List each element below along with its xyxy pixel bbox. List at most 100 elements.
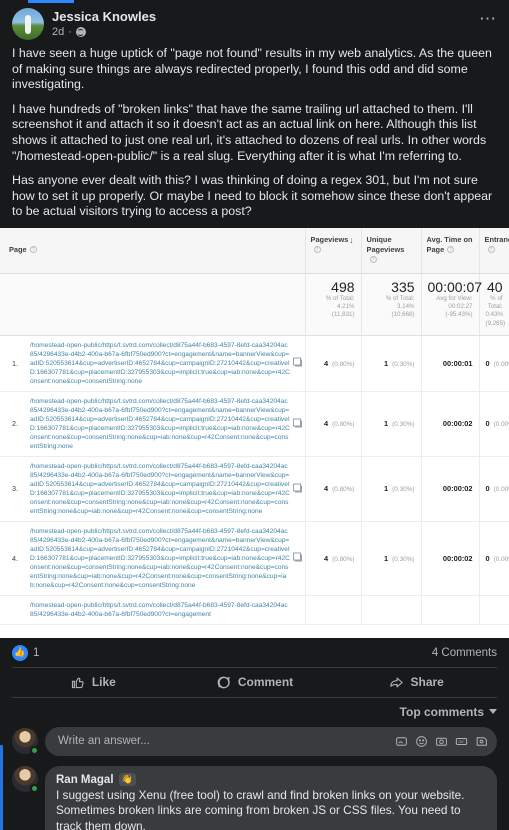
table-row[interactable]: 3. /homestead-open-public/https/t.svtrd.… (0, 456, 509, 522)
reaction-row: 👍 1 4 Comments (12, 638, 497, 667)
online-status-dot (30, 783, 39, 793)
row-unique-pageviews: 1 (0.30%) (361, 456, 422, 522)
row-entrances: 0(0.00%) (479, 521, 509, 596)
comment-author-row: Ran Magal 👋 (56, 773, 486, 787)
summary-blank-cell (0, 273, 306, 336)
row-pageviews: 4 (0.80%) (305, 456, 362, 522)
row-entrances: 0(0.00%) (479, 335, 509, 392)
table-row[interactable]: 4. /homestead-open-public/https/t.svtrd.… (0, 521, 509, 596)
composer-icon-group: GIF (395, 735, 488, 748)
avatar-sticker-icon[interactable] (475, 735, 488, 748)
action-button-row: Like Comment Share (12, 666, 497, 698)
comment-composer: Write an answer... GIF (12, 725, 497, 764)
post-header: Jessica Knowles 2d · ⋯ (0, 0, 509, 44)
comment-input-box[interactable]: Write an answer... GIF (45, 726, 497, 756)
analytics-screenshot-attachment[interactable]: Page? ↓ Pageviews ? Unique Pageviews ? A… (0, 227, 509, 638)
external-link-icon[interactable] (292, 357, 302, 367)
page-url-text[interactable]: /homestead-open-public/https/t.svtrd.com… (30, 462, 291, 516)
comment-button-label: Comment (237, 675, 294, 690)
help-icon[interactable]: ? (313, 246, 321, 254)
comment-author-name[interactable]: Ran Magal (56, 773, 114, 787)
page-url-text[interactable]: /homestead-open-public/https/t.svtrd.com… (30, 601, 291, 619)
like-button-label: Like (91, 675, 116, 690)
comment-bubble-icon (216, 675, 231, 690)
sort-descending-icon[interactable]: ↓ (349, 235, 354, 245)
sticker-icon[interactable] (395, 735, 408, 748)
post-author-name[interactable]: Jessica Knowles (52, 9, 479, 24)
row-index (0, 595, 22, 625)
emoji-icon[interactable] (415, 735, 428, 748)
row-page-url[interactable]: /homestead-open-public/https/t.svtrd.com… (22, 595, 306, 625)
post-paragraph-2: I have hundreds of "broken links" that h… (12, 101, 487, 163)
column-header-page[interactable]: Page? (0, 227, 306, 274)
row-avg-time: 00:00:01 (421, 335, 480, 392)
row-entrances: 0(0.00%) (479, 391, 509, 457)
page-url-text[interactable]: /homestead-open-public/https/t.svtrd.com… (30, 527, 291, 590)
reaction-summary[interactable]: 👍 1 (12, 644, 39, 661)
page-url-text[interactable]: /homestead-open-public/https/t.svtrd.com… (30, 397, 291, 451)
row-avg-time: 00:00:02 (421, 521, 480, 596)
wave-badge-icon: 👋 (118, 773, 136, 787)
comment-input-placeholder[interactable]: Write an answer... (58, 735, 395, 747)
comment-button[interactable]: Comment (174, 668, 336, 697)
svg-text:GIF: GIF (458, 740, 465, 744)
post-container: Jessica Knowles 2d · ⋯ I have seen a hug… (0, 0, 509, 830)
row-index: 1. (0, 335, 22, 392)
row-unique-pageviews: 1 (0.30%) (361, 521, 422, 596)
like-button[interactable]: Like (12, 668, 174, 697)
chevron-down-icon (489, 709, 497, 715)
share-button-label: Share (410, 675, 444, 690)
gif-icon[interactable]: GIF (455, 735, 468, 748)
row-page-url[interactable]: /homestead-open-public/https/t.svtrd.com… (22, 335, 306, 392)
summary-pageviews: 498 % of Total: 4.21% (11,831) (305, 273, 362, 336)
table-row[interactable]: 1. /homestead-open-public/https/t.svtrd.… (0, 335, 509, 392)
post-timestamp[interactable]: 2d (52, 25, 64, 39)
help-icon[interactable]: ? (487, 246, 495, 254)
external-link-icon[interactable] (292, 418, 302, 428)
comments-count-button[interactable]: 4 Comments (432, 647, 497, 659)
external-link-icon[interactable] (292, 552, 302, 562)
row-entrances: 0(0.00%) (479, 456, 509, 522)
column-header-avg-time-on-page[interactable]: Avg. Time on Page? (421, 227, 480, 274)
row-avg-time: 00:00:02 (421, 391, 480, 457)
analytics-table-header-row: Page? ↓ Pageviews ? Unique Pageviews ? A… (0, 227, 509, 274)
row-pageviews: 4 (0.80%) (305, 521, 362, 596)
help-icon[interactable]: ? (369, 256, 377, 264)
row-entrances (479, 595, 509, 625)
help-icon[interactable]: ? (447, 246, 455, 254)
summary-avg-time: 00:00:07 Avg for View: 00:02:27 (-95.43%… (421, 273, 482, 336)
comment-item: Ran Magal 👋 I suggest using Xenu (free t… (0, 764, 509, 830)
post-paragraph-3: Has anyone ever dealt with this? I was t… (12, 173, 493, 219)
external-link-icon[interactable] (292, 483, 302, 493)
row-page-url[interactable]: /homestead-open-public/https/t.svtrd.com… (22, 521, 306, 596)
post-menu-button[interactable]: ⋯ (479, 8, 497, 27)
comment-bubble: Ran Magal 👋 I suggest using Xenu (free t… (45, 765, 497, 830)
comment-author-avatar[interactable] (12, 765, 39, 793)
thumbs-up-icon (70, 675, 85, 690)
row-unique-pageviews: 1 (0.30%) (361, 391, 422, 457)
page-url-text[interactable]: /homestead-open-public/https/t.svtrd.com… (30, 341, 291, 386)
row-pageviews: 4 (0.80%) (305, 335, 362, 392)
camera-icon[interactable] (435, 735, 448, 748)
current-user-avatar[interactable] (12, 728, 39, 756)
summary-unique-pageviews: 335 % of Total: 3.14% (10,668) (361, 273, 422, 336)
column-header-entrances[interactable]: Entrances ? (479, 227, 509, 274)
row-page-url[interactable]: /homestead-open-public/https/t.svtrd.com… (22, 391, 306, 457)
row-page-url[interactable]: /homestead-open-public/https/t.svtrd.com… (22, 456, 306, 522)
share-button[interactable]: Share (335, 668, 497, 697)
column-header-pageviews[interactable]: ↓ Pageviews ? (305, 227, 362, 274)
table-row[interactable]: 2. /homestead-open-public/https/t.svtrd.… (0, 391, 509, 457)
post-body: I have seen a huge uptick of "page not f… (0, 44, 509, 228)
engagement-section: 👍 1 4 Comments Like Comment Share Top co… (0, 638, 509, 764)
help-icon[interactable]: ? (29, 246, 37, 254)
summary-entrances: 40 % of Total: 0.43% (9,265) (479, 273, 509, 336)
row-unique-pageviews: 1 (0.30%) (361, 335, 422, 392)
comment-sort-dropdown[interactable]: Top comments (12, 698, 497, 725)
column-header-unique-pageviews[interactable]: Unique Pageviews ? (361, 227, 422, 274)
comment-sort-label: Top comments (399, 704, 484, 719)
avatar[interactable] (12, 8, 44, 40)
share-arrow-icon (389, 675, 404, 690)
row-index: 2. (0, 391, 22, 457)
table-row[interactable]: /homestead-open-public/https/t.svtrd.com… (0, 595, 509, 625)
row-avg-time (421, 595, 480, 625)
